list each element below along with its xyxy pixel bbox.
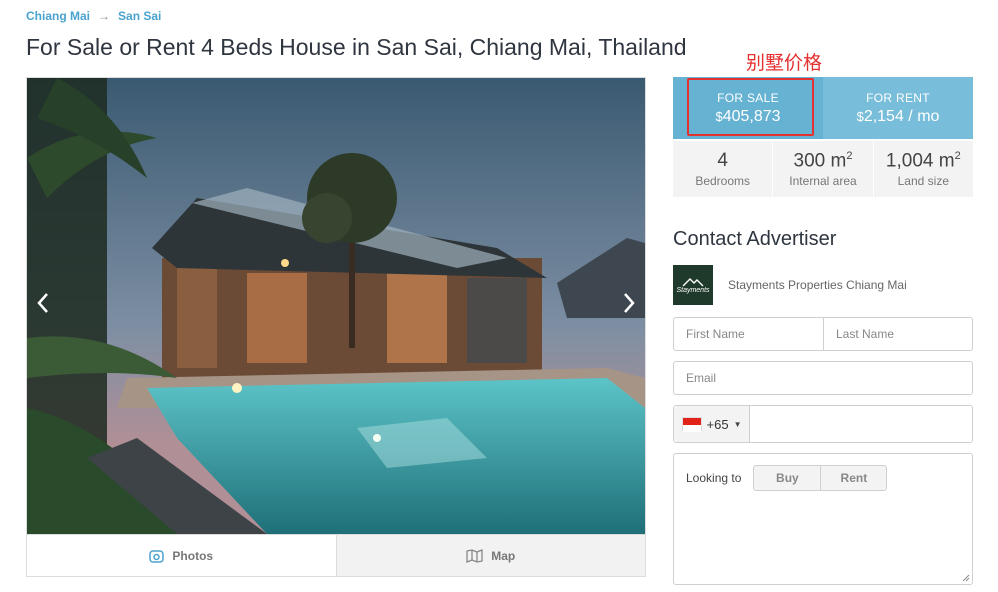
advertiser[interactable]: Stayments Stayments Properties Chiang Ma… bbox=[673, 265, 907, 305]
property-photo[interactable] bbox=[27, 78, 645, 534]
resize-handle-icon[interactable] bbox=[962, 574, 970, 582]
rent-amount: 2,154 / mo bbox=[863, 107, 940, 125]
stat-internal-area-value: 300 m2 bbox=[794, 150, 853, 172]
rent-label: FOR RENT bbox=[866, 90, 930, 105]
price-box: FOR SALE $405,873 FOR RENT $2,154 / mo 4… bbox=[673, 77, 973, 197]
sale-price[interactable]: FOR SALE $405,873 bbox=[673, 77, 823, 139]
sale-amount: 405,873 bbox=[722, 107, 781, 125]
stat-land-size: 1,004 m2 Land size bbox=[872, 141, 973, 197]
sale-currency: $ bbox=[715, 108, 723, 124]
looking-to-label: Looking to bbox=[686, 471, 742, 485]
stat-bedrooms-caption: Bedrooms bbox=[695, 174, 751, 188]
stat-bedrooms: 4 Bedrooms bbox=[673, 141, 772, 197]
rent-price[interactable]: FOR RENT $2,154 / mo bbox=[823, 77, 973, 139]
previous-photo-arrow[interactable] bbox=[31, 288, 55, 318]
tab-map-label: Map bbox=[491, 548, 516, 563]
logo-text: Stayments bbox=[676, 286, 710, 294]
sale-label: FOR SALE bbox=[717, 90, 779, 105]
singapore-flag-icon bbox=[681, 417, 702, 432]
contact-title: Contact Advertiser bbox=[673, 228, 837, 250]
buy-option[interactable]: Buy bbox=[754, 466, 821, 490]
stat-internal-area: 300 m2 Internal area bbox=[772, 141, 872, 197]
advertiser-name: Stayments Properties Chiang Mai bbox=[728, 278, 907, 292]
map-icon bbox=[466, 548, 483, 563]
next-photo-arrow[interactable] bbox=[617, 288, 641, 318]
rent-value: $2,154 / mo bbox=[857, 108, 940, 126]
breadcrumb-separator: → bbox=[98, 9, 111, 23]
last-name-field[interactable]: Last Name bbox=[823, 317, 973, 351]
message-textarea[interactable]: Looking to Buy Rent bbox=[673, 453, 973, 585]
rent-option[interactable]: Rent bbox=[820, 466, 887, 490]
tab-map[interactable]: Map bbox=[335, 535, 645, 576]
phone-field[interactable]: +65 ▼ bbox=[673, 405, 973, 443]
internal-area-unit: 2 bbox=[846, 149, 853, 162]
breadcrumb-san-sai[interactable]: San Sai bbox=[118, 9, 161, 23]
stat-land-size-value: 1,004 m2 bbox=[886, 150, 961, 172]
advertiser-logo: Stayments bbox=[673, 265, 713, 305]
stat-land-size-caption: Land size bbox=[897, 174, 949, 189]
photo-gallery: Photos Map bbox=[26, 77, 646, 577]
tab-photos-label: Photos bbox=[172, 548, 214, 563]
country-code: +65 bbox=[706, 416, 729, 432]
tab-photos[interactable]: Photos bbox=[27, 535, 336, 576]
breadcrumb-chiang-mai[interactable]: Chiang Mai bbox=[26, 9, 90, 23]
breadcrumb: Chiang Mai → San Sai bbox=[26, 9, 161, 23]
price-annotation: 别墅价格 bbox=[746, 52, 823, 74]
property-stats: 4 Bedrooms 300 m2 Internal area 1,004 m2… bbox=[673, 139, 973, 197]
gallery-tabs: Photos Map bbox=[27, 534, 645, 576]
caret-down-icon: ▼ bbox=[733, 419, 742, 429]
land-size-unit: 2 bbox=[954, 149, 961, 162]
country-code-select[interactable]: +65 ▼ bbox=[674, 406, 750, 442]
chevron-right-icon bbox=[624, 293, 635, 313]
first-name-field[interactable]: First Name bbox=[673, 317, 824, 351]
camera-icon bbox=[149, 549, 165, 563]
stat-internal-area-caption: Internal area bbox=[789, 174, 857, 189]
chevron-left-icon bbox=[37, 293, 48, 313]
looking-to-row: Looking to Buy Rent bbox=[686, 465, 888, 491]
internal-area-number: 300 m bbox=[793, 150, 847, 172]
land-size-number: 1,004 m bbox=[885, 150, 955, 172]
roof-icon bbox=[682, 277, 704, 286]
sale-value: $405,873 bbox=[715, 108, 780, 126]
page-title: For Sale or Rent 4 Beds House in San Sai… bbox=[26, 34, 687, 60]
email-field[interactable]: Email bbox=[673, 361, 973, 395]
looking-to-toggle: Buy Rent bbox=[753, 465, 888, 491]
stat-bedrooms-value: 4 bbox=[717, 150, 728, 171]
rent-currency: $ bbox=[856, 108, 864, 124]
